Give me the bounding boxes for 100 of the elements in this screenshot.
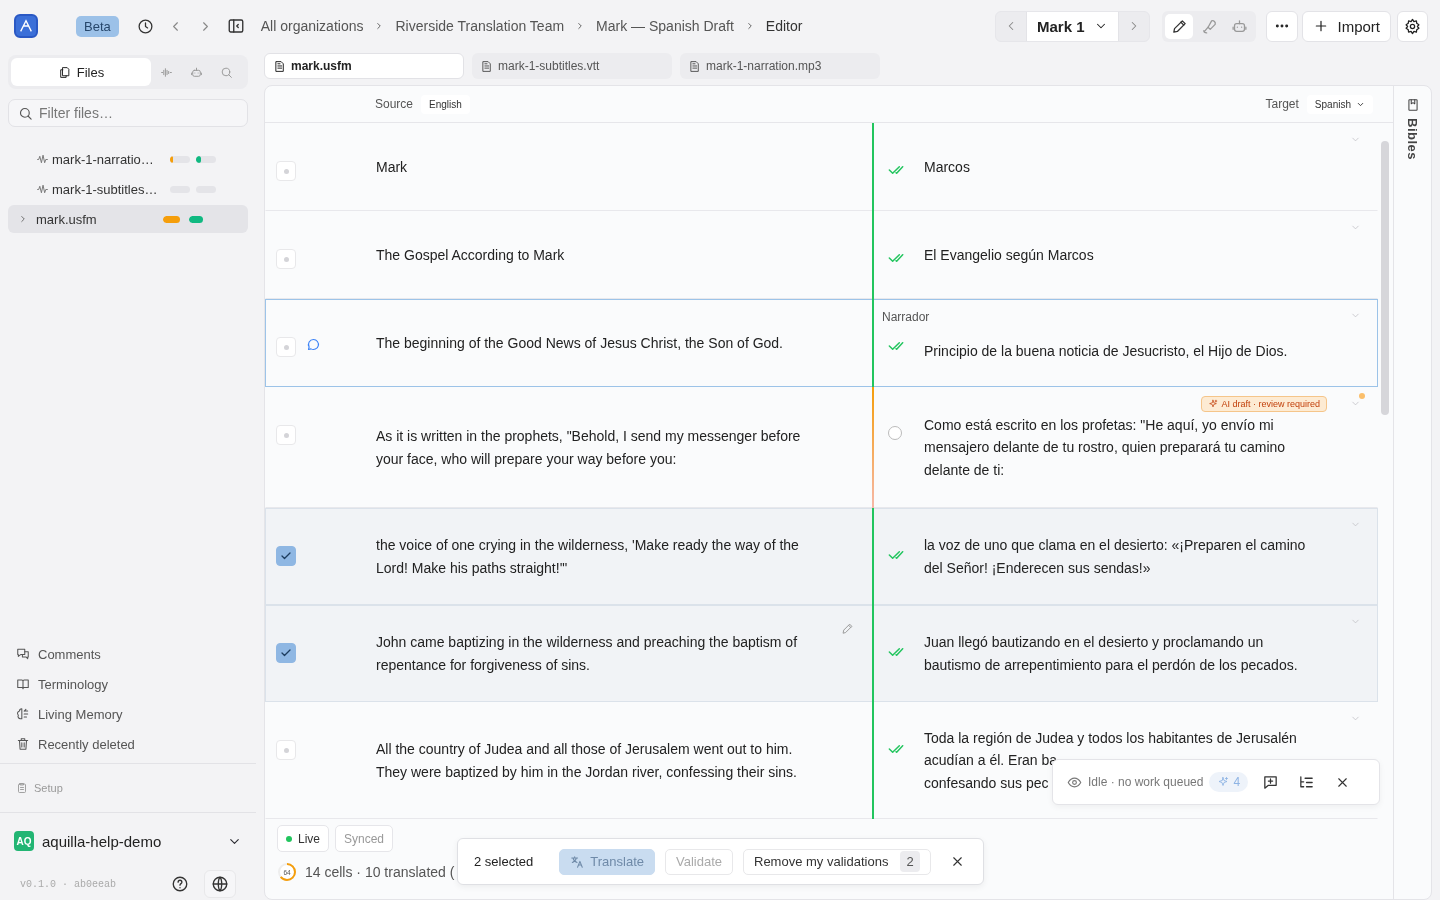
breadcrumb-link[interactable]: Mark — Spanish Draft [596, 18, 734, 34]
chapter-selector[interactable]: Mark 1 [1025, 11, 1120, 41]
remove-validations-button[interactable]: Remove my validations 2 [743, 848, 931, 875]
target-text-line[interactable]: confesando sus pec [924, 771, 1049, 795]
segment-row[interactable]: The beginning of the Good News of Jesus Christ, the Son of God. Narrador Principio de la buena noticia de Jesucristo, el Hijo de Dios. [265, 299, 1378, 387]
breadcrumb-link[interactable]: All organizations [260, 18, 364, 34]
target-text[interactable]: Principio de la buena noticia de Jesucristo, el Hijo de Dios. [924, 339, 1317, 363]
app-logo-icon[interactable] [14, 14, 38, 38]
source-text: Mark [376, 157, 408, 177]
document-icon [480, 59, 493, 73]
waveform-icon [36, 152, 49, 166]
files-icon [57, 65, 71, 79]
check-icon [280, 647, 292, 659]
translate-icon [570, 854, 585, 869]
source-text: The Gospel According to Mark [376, 245, 565, 265]
filter-files-field[interactable]: Filter files… [8, 99, 248, 127]
document-icon [688, 59, 701, 73]
bookmark-icon [1405, 98, 1420, 112]
sidebar-tab[interactable]: Files [11, 58, 151, 86]
segment-row[interactable] [265, 605, 1378, 702]
brain-icon [16, 707, 30, 721]
row-checkbox[interactable] [276, 546, 296, 566]
target-text[interactable]: la voz de uno que clama en el desierto: «¡Preparen el camino del Señor! ¡Enderecen sus sendas!» [924, 534, 1317, 579]
target-text[interactable]: Marcos [924, 155, 1317, 179]
status-circle [888, 426, 902, 440]
target-text[interactable]: Como está escrito en los profetas: "He aquí, yo envío mi mensajero delante de tu rostro, quien preparará tu camino delante de ti: [924, 413, 1317, 482]
validation-count: 2 [900, 851, 920, 872]
robot-icon [1231, 17, 1248, 35]
source-label: Source [375, 97, 414, 111]
file-tree-item[interactable]: mark.usfm [8, 205, 248, 233]
robot-icon [189, 65, 203, 79]
source-language-badge: English [421, 94, 470, 114]
breadcrumb-link[interactable]: Riverside Translation Team [395, 18, 565, 34]
trash-icon [16, 737, 30, 751]
sync-status: Synced [335, 825, 394, 852]
workspace-selector[interactable]: AQ aquilla-help-demo [8, 817, 248, 865]
speaker-label: Narrador [882, 309, 930, 326]
sidebar-nav-item[interactable]: Living Memory [8, 699, 248, 729]
row-checkbox[interactable] [276, 643, 296, 663]
pencil-icon [1171, 17, 1188, 35]
agent-count-badge: 4 [1209, 772, 1249, 792]
sidebar-nav-item[interactable]: Terminology [8, 669, 248, 699]
file-tree-item[interactable]: mark-1-subtitles… [8, 175, 248, 203]
file-tab[interactable]: mark-1-subtitles.vtt [472, 53, 672, 79]
bibles-tab[interactable]: Bibles [1394, 86, 1431, 899]
target-text-line[interactable]: Toda la región de Judea y todos los habitantes de Jerusalén [924, 726, 1297, 750]
clock-icon [137, 17, 155, 35]
waveform-icon [159, 65, 173, 79]
target-language-selector[interactable]: Spanish [1306, 94, 1373, 114]
eye-icon [1067, 774, 1082, 790]
comment-icon [306, 337, 321, 352]
file-tab[interactable]: mark.usfm [264, 53, 464, 79]
workspace-avatar: AQ [14, 831, 34, 851]
settings-icon [1404, 17, 1421, 35]
ai-draft-badge: AI draft · review required [1201, 396, 1327, 412]
segment-row[interactable]: the voice of one crying in the wilderness, 'Make ready the way of the Lord! Make his paths straight!'" la voz de uno que clama en el desierto: «¡Preparen el camino del Señor! ¡Enderecen sus sendas!» [265, 508, 1378, 605]
sidebar-nav-item[interactable]: Recently deleted [8, 729, 248, 759]
pencil-icon [841, 622, 854, 635]
import-button[interactable]: Import [1302, 10, 1391, 42]
source-text: The beginning of the Good News of Jesus Christ, the Son of God. [376, 333, 783, 353]
chevron-right-icon [18, 214, 28, 224]
clipboard-icon [16, 782, 28, 794]
workspace-name: aquilla-help-demo [42, 832, 163, 850]
segment-row[interactable]: Mark Marcos [265, 123, 1378, 211]
book-icon [16, 677, 30, 691]
file-tab[interactable]: mark-1-narration.mp3 [680, 53, 880, 79]
source-text: the voice of one crying in the wilderness, 'Make ready the way of the Lord! Make his paths straight!'" [376, 536, 800, 578]
target-text[interactable]: Juan llegó bautizando en el desierto y proclamando un bautismo de arrepentimiento para el perdón de los pecados. [924, 631, 1317, 676]
mode-tool-button[interactable] [1165, 13, 1194, 39]
sparkle-icon [1217, 776, 1230, 788]
beta-badge: Beta [76, 15, 119, 37]
target-label: Target [1265, 97, 1299, 111]
breadcrumb-link[interactable]: Editor [765, 18, 803, 34]
document-icon [273, 59, 286, 73]
target-text[interactable]: El Evangelio según Marcos [924, 243, 1317, 267]
globe-icon [211, 875, 229, 893]
sidebar-nav-item[interactable]: Comments [8, 639, 248, 669]
version-label: v0.1.0 · ab0eeab [20, 878, 117, 890]
more-button[interactable] [1266, 10, 1299, 42]
cells-summary: 14 cells · 10 translated ( [305, 864, 455, 880]
message-plus-icon [1261, 773, 1279, 791]
search-icon [219, 65, 233, 79]
comments-icon [16, 647, 30, 661]
scrollbar-thumb[interactable] [1381, 141, 1389, 415]
sidebar-toggle-icon [226, 17, 245, 35]
help-icon [171, 875, 189, 893]
language-button[interactable] [204, 870, 236, 898]
unread-dot [1359, 393, 1365, 399]
microphone-icon [1201, 17, 1218, 35]
check-icon [280, 550, 292, 562]
source-text: All the country of Judea and all those of Jerusalem went out to him. They were baptized by him in the Jordan river, confessing their sins. [376, 740, 798, 782]
source-text: As it is written in the prophets, "Behold, I send my messenger before your face, who will prepare your way before you: [376, 427, 802, 469]
connection-status: Live [277, 825, 329, 852]
source-text: John came baptizing in the wilderness and preaching the baptism of repentance for forgiveness of sins. [376, 633, 799, 675]
waveform-icon [36, 182, 49, 196]
file-tree-item[interactable]: mark-1-narratio… [8, 145, 248, 173]
selection-count: 2 selected [474, 854, 534, 869]
agent-status-text: Idle · no work queued [1088, 775, 1204, 789]
settings-button[interactable] [1397, 10, 1428, 42]
sparkle-icon [1208, 399, 1219, 409]
